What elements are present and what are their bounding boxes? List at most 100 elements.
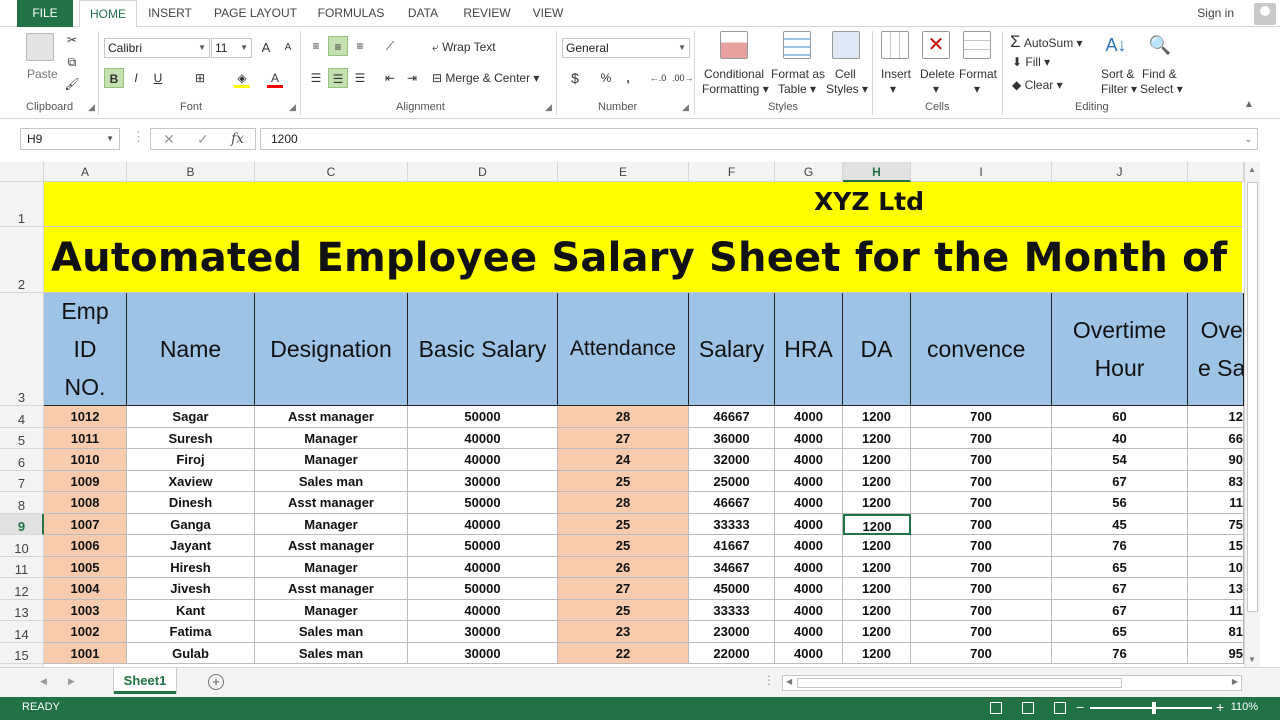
row-header-5[interactable]: 5 [0, 427, 44, 449]
decrease-decimal-icon[interactable]: .00→ [672, 68, 694, 88]
column-header-a[interactable]: A [44, 162, 127, 182]
worksheet-grid[interactable]: A B C D E F G H I J 1 2 3 4 5 6 7 8 9 10… [0, 162, 1280, 667]
cell-da[interactable]: 1200 [843, 427, 911, 449]
cell-overtime-salary[interactable]: 15 [1188, 535, 1244, 557]
cell-designation[interactable]: Manager [255, 599, 408, 621]
header-salary[interactable]: Salary [689, 293, 775, 406]
align-right-icon[interactable]: ☰ [350, 68, 370, 88]
cell-emp-id[interactable]: 1007 [44, 513, 127, 535]
row-header-10[interactable]: 10 [0, 535, 44, 557]
column-header-i[interactable]: I [911, 162, 1052, 182]
cell-da[interactable]: 1200 [843, 492, 911, 514]
cell-basic-salary[interactable]: 40000 [408, 449, 558, 471]
column-header-k-partial[interactable] [1188, 162, 1244, 182]
header-name[interactable]: Name [127, 293, 255, 406]
cell-hra[interactable]: 4000 [775, 621, 843, 643]
header-emp-id[interactable]: Emp ID NO. [44, 293, 127, 406]
cell-hra[interactable]: 4000 [775, 642, 843, 664]
cell-da[interactable]: 1200 [843, 449, 911, 471]
cell-hra[interactable]: 4000 [775, 406, 843, 428]
sheet-tab-sheet1[interactable]: Sheet1 [114, 668, 176, 694]
cell-salary[interactable]: 23000 [689, 621, 775, 643]
scroll-left-icon[interactable]: ◀ [786, 677, 792, 686]
cell-attendance[interactable]: 22 [558, 642, 689, 664]
cell-attendance[interactable]: 23 [558, 621, 689, 643]
cell-convence[interactable]: 700 [911, 556, 1052, 578]
cell-overtime-salary[interactable]: 13 [1188, 578, 1244, 600]
paste-button-label[interactable]: Paste [27, 67, 58, 81]
bold-button[interactable]: B [104, 68, 124, 88]
cell-attendance[interactable]: 25 [558, 470, 689, 492]
cell-basic-salary[interactable]: 50000 [408, 492, 558, 514]
column-header-c[interactable]: C [255, 162, 408, 182]
tab-insert[interactable]: INSERT [143, 0, 197, 27]
cell-name[interactable]: Dinesh [127, 492, 255, 514]
cell-attendance[interactable]: 25 [558, 535, 689, 557]
comma-format-button[interactable]: , [618, 68, 638, 88]
delete-cells-button[interactable]: Delete [920, 67, 955, 81]
cell-designation[interactable]: Sales man [255, 470, 408, 492]
normal-view-icon[interactable] [990, 702, 1002, 714]
cell-emp-id[interactable]: 1005 [44, 556, 127, 578]
cell-salary[interactable]: 46667 [689, 492, 775, 514]
cancel-icon[interactable]: ✕ [163, 131, 175, 148]
column-header-b[interactable]: B [127, 162, 255, 182]
cell-salary[interactable]: 45000 [689, 578, 775, 600]
align-center-icon[interactable]: ☰ [328, 68, 348, 88]
cell-overtime-salary[interactable]: 90 [1188, 449, 1244, 471]
increase-indent-icon[interactable]: ⇥ [402, 68, 422, 88]
enter-icon[interactable]: ✓ [197, 131, 209, 148]
cell-overtime-salary[interactable]: 11 [1188, 492, 1244, 514]
header-basic-salary[interactable]: Basic Salary [408, 293, 558, 406]
formula-input[interactable]: 1200 ⌄ [260, 128, 1258, 150]
tab-data[interactable]: DATA [399, 0, 447, 27]
insert-cells-icon[interactable] [881, 31, 909, 59]
cell-emp-id[interactable]: 1011 [44, 427, 127, 449]
column-header-g[interactable]: G [775, 162, 843, 182]
page-layout-view-icon[interactable] [1022, 702, 1034, 714]
alignment-launcher-icon[interactable]: ◢ [545, 102, 552, 113]
tab-page-layout[interactable]: PAGE LAYOUT [208, 0, 303, 27]
cell-hra[interactable]: 4000 [775, 599, 843, 621]
cell-overtime-salary[interactable]: 75 [1188, 513, 1244, 535]
tab-view[interactable]: VIEW [526, 0, 570, 27]
cell-emp-id[interactable]: 1001 [44, 642, 127, 664]
name-box[interactable]: H9 ▼ [20, 128, 120, 150]
cell-name[interactable]: Kant [127, 599, 255, 621]
cell-designation[interactable]: Asst manager [255, 578, 408, 600]
sort-filter-label[interactable]: Sort & [1101, 67, 1134, 81]
cell-hra[interactable]: 4000 [775, 449, 843, 471]
cell-hra[interactable]: 4000 [775, 556, 843, 578]
cell-convence[interactable]: 700 [911, 406, 1052, 428]
cell-designation[interactable]: Manager [255, 513, 408, 535]
cell-designation[interactable]: Asst manager [255, 406, 408, 428]
percent-format-button[interactable]: % [596, 68, 616, 88]
cell-basic-salary[interactable]: 40000 [408, 556, 558, 578]
company-row[interactable]: XYZ Ltd [44, 182, 1242, 227]
format-painter-icon[interactable]: 🖌 [62, 74, 82, 94]
column-header-e[interactable]: E [558, 162, 689, 182]
cell-name[interactable]: Sagar [127, 406, 255, 428]
zoom-slider[interactable] [1090, 702, 1212, 714]
cell-hra[interactable]: 4000 [775, 427, 843, 449]
cell-da[interactable]: 1200 [843, 578, 911, 600]
wrap-text-button[interactable]: ⤶ Wrap Text [432, 40, 496, 55]
cell-convence[interactable]: 700 [911, 427, 1052, 449]
currency-format-button[interactable]: $ [565, 68, 585, 88]
paste-icon[interactable] [26, 33, 54, 61]
font-size-select[interactable]: 11 ▼ [211, 38, 252, 58]
cell-designation[interactable]: Manager [255, 556, 408, 578]
cell-basic-salary[interactable]: 40000 [408, 513, 558, 535]
cell-emp-id[interactable]: 1009 [44, 470, 127, 492]
row-header-1[interactable]: 1 [0, 182, 44, 227]
cell-da[interactable]: 1200 [843, 599, 911, 621]
cell-overtime-hour[interactable]: 65 [1052, 621, 1188, 643]
vertical-scroll-thumb[interactable] [1247, 182, 1258, 612]
row-header-15[interactable]: 15 [0, 642, 44, 664]
cell-basic-salary[interactable]: 50000 [408, 406, 558, 428]
merge-center-button[interactable]: ⊟ Merge & Center ▾ [432, 71, 539, 85]
conditional-formatting-label-2[interactable]: Formatting ▾ [702, 82, 769, 96]
avatar[interactable] [1254, 3, 1276, 25]
cell-convence[interactable]: 700 [911, 599, 1052, 621]
header-designation[interactable]: Designation [255, 293, 408, 406]
